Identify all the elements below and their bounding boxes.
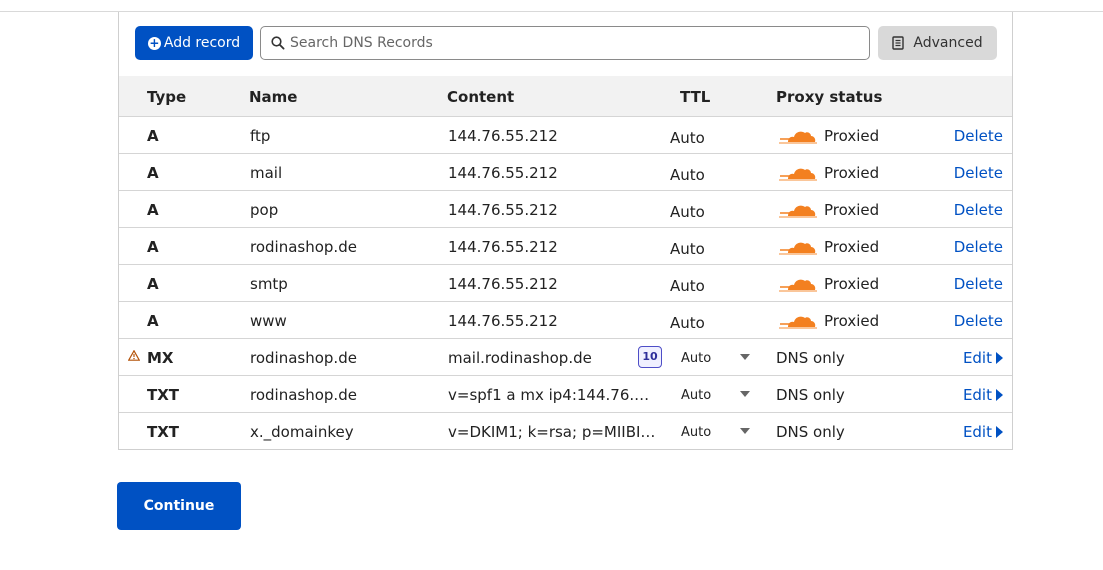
record-name: rodinashop.de	[250, 238, 357, 256]
record-content: v=DKIM1; k=rsa; p=MIIBIjA...	[448, 423, 658, 441]
edit-link[interactable]: Edit	[963, 423, 1003, 441]
record-name: smtp	[250, 275, 288, 293]
record-name: mail	[250, 164, 283, 182]
proxy-status: Proxied	[824, 238, 880, 256]
table-row: A mail 144.76.55.212 Auto Proxied Delete	[119, 154, 1012, 191]
proxy-status: Proxied	[824, 127, 880, 145]
dns-toolbar: + Add record Advanced	[135, 26, 998, 60]
document-icon	[892, 36, 905, 50]
table-row: A smtp 144.76.55.212 Auto Proxied Delete	[119, 265, 1012, 302]
record-content: v=spf1 a mx ip4:144.76.55....	[448, 386, 658, 404]
dns-records-panel: + Add record Advanced Type Name Content …	[118, 12, 1013, 450]
record-ttl: Auto	[670, 166, 705, 184]
table-header: Type Name Content TTL Proxy status	[119, 76, 1012, 117]
search-icon	[271, 36, 285, 50]
add-record-button[interactable]: + Add record	[135, 26, 253, 60]
plus-circle-icon: +	[147, 35, 161, 50]
record-type: A	[147, 201, 159, 219]
header-type: Type	[147, 88, 187, 106]
record-type: A	[147, 275, 159, 293]
delete-link[interactable]: Delete	[954, 201, 1003, 219]
record-ttl: Auto	[670, 277, 705, 295]
delete-link[interactable]: Delete	[954, 312, 1003, 330]
caret-down-icon[interactable]	[740, 428, 750, 434]
record-content: 144.76.55.212	[448, 164, 558, 182]
continue-button[interactable]: Continue	[117, 482, 241, 530]
table-row: A www 144.76.55.212 Auto Proxied Delete	[119, 302, 1012, 339]
record-content: 144.76.55.212	[448, 127, 558, 145]
proxy-status: Proxied	[824, 164, 880, 182]
record-ttl: Auto	[670, 314, 705, 332]
table-row: MX rodinashop.de mail.rodinashop.de 10 A…	[119, 339, 1012, 376]
proxy-status: DNS only	[776, 349, 845, 367]
orange-cloud-icon	[779, 205, 817, 218]
ttl-select[interactable]: Auto	[681, 351, 711, 366]
record-content: 144.76.55.212	[448, 312, 558, 330]
delete-link[interactable]: Delete	[954, 164, 1003, 182]
edit-link[interactable]: Edit	[963, 386, 1003, 404]
edit-link[interactable]: Edit	[963, 349, 1003, 367]
ttl-select[interactable]: Auto	[681, 388, 711, 403]
record-content: 144.76.55.212	[448, 238, 558, 256]
record-ttl: Auto	[670, 129, 705, 147]
chevron-right-icon	[996, 352, 1003, 364]
record-content: 144.76.55.212	[448, 275, 558, 293]
caret-down-icon[interactable]	[740, 391, 750, 397]
header-proxy-status: Proxy status	[776, 88, 883, 106]
search-input[interactable]	[290, 35, 850, 51]
record-name: ftp	[250, 127, 271, 145]
orange-cloud-icon	[779, 131, 817, 144]
table-row: A pop 144.76.55.212 Auto Proxied Delete	[119, 191, 1012, 228]
record-type: TXT	[147, 386, 180, 404]
record-type: MX	[147, 349, 174, 367]
proxy-status: Proxied	[824, 312, 880, 330]
record-name: pop	[250, 201, 279, 219]
orange-cloud-icon	[779, 168, 817, 181]
proxy-status: Proxied	[824, 275, 880, 293]
header-content: Content	[447, 88, 515, 106]
record-name: rodinashop.de	[250, 386, 357, 404]
advanced-button[interactable]: Advanced	[878, 26, 997, 60]
table-row: TXT rodinashop.de v=spf1 a mx ip4:144.76…	[119, 376, 1012, 413]
warning-triangle-icon	[128, 350, 140, 361]
orange-cloud-icon	[779, 316, 817, 329]
table-row: TXT x._domainkey v=DKIM1; k=rsa; p=MIIBI…	[119, 413, 1012, 450]
record-name: x._domainkey	[250, 423, 354, 441]
edit-label: Edit	[962, 423, 992, 441]
chevron-right-icon	[996, 389, 1003, 401]
edit-label: Edit	[962, 386, 992, 404]
priority-badge: 10	[638, 346, 662, 368]
add-record-label: Add record	[163, 35, 241, 51]
record-type: A	[147, 238, 159, 256]
record-type: TXT	[147, 423, 180, 441]
delete-link[interactable]: Delete	[954, 238, 1003, 256]
record-ttl: Auto	[670, 203, 705, 221]
header-name: Name	[249, 88, 298, 106]
record-type: A	[147, 127, 159, 145]
record-name: www	[250, 312, 287, 330]
header-ttl: TTL	[680, 88, 711, 106]
proxy-status: Proxied	[824, 201, 880, 219]
orange-cloud-icon	[779, 242, 817, 255]
table-row: A ftp 144.76.55.212 Auto Proxied Delete	[119, 117, 1012, 154]
record-type: A	[147, 312, 159, 330]
caret-down-icon[interactable]	[740, 354, 750, 360]
edit-label: Edit	[962, 349, 992, 367]
delete-link[interactable]: Delete	[954, 275, 1003, 293]
ttl-select[interactable]: Auto	[681, 425, 711, 440]
orange-cloud-icon	[779, 279, 817, 292]
delete-link[interactable]: Delete	[954, 127, 1003, 145]
record-type: A	[147, 164, 159, 182]
advanced-label: Advanced	[913, 35, 983, 51]
table-row: A rodinashop.de 144.76.55.212 Auto Proxi…	[119, 228, 1012, 265]
record-content: 144.76.55.212	[448, 201, 558, 219]
record-name: rodinashop.de	[250, 349, 357, 367]
proxy-status: DNS only	[776, 386, 845, 404]
proxy-status: DNS only	[776, 423, 845, 441]
record-content: mail.rodinashop.de	[448, 349, 592, 367]
search-box	[260, 26, 870, 60]
chevron-right-icon	[996, 426, 1003, 438]
record-ttl: Auto	[670, 240, 705, 258]
